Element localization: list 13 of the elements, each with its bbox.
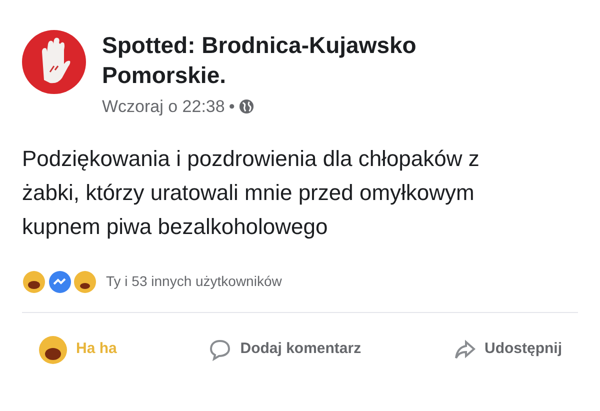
page-name[interactable]: Spotted: Brodnica-Kujawsko Pomorskie. xyxy=(102,30,482,90)
reaction-summary[interactable]: Ty i 53 innych użytkowników xyxy=(106,271,282,292)
comment-button[interactable]: Dodaj komentarz xyxy=(202,330,368,368)
share-icon xyxy=(452,338,476,362)
post-text: Podziękowania i pozdrowienia dla chłopaków z żabki, którzy uratowali mnie przed omyłkowym kupnem piwa bezalkoholowego xyxy=(22,144,480,241)
share-button[interactable]: Udostępnij xyxy=(446,330,568,368)
comment-icon xyxy=(208,338,232,362)
globe-icon xyxy=(238,99,254,114)
laughing-face-icon xyxy=(38,334,68,364)
separator-dot: • xyxy=(228,96,235,118)
post-time[interactable]: Wczoraj o 22:38 xyxy=(102,94,225,120)
page-avatar[interactable] xyxy=(22,30,86,94)
reaction-icons[interactable] xyxy=(22,270,98,294)
